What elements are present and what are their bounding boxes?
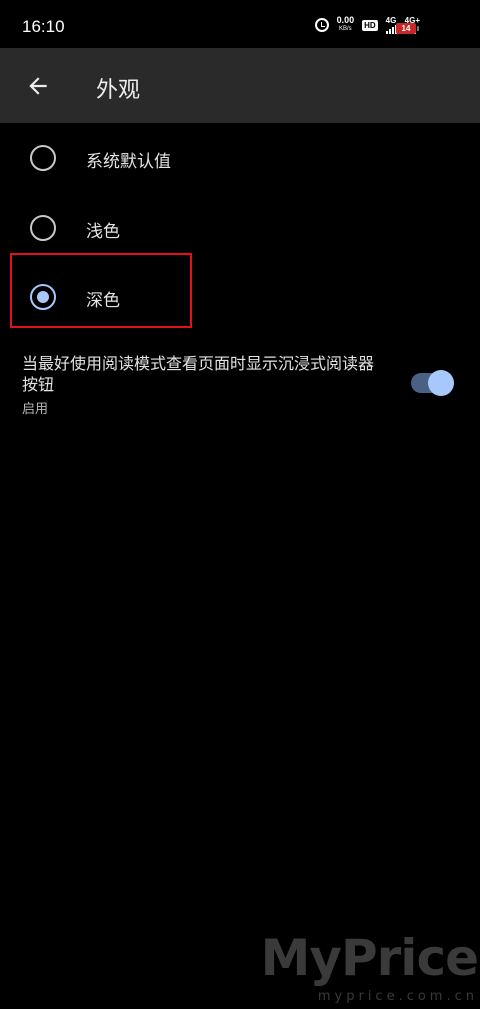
network-speed-unit: KB/s: [338, 26, 352, 32]
theme-option-label: 浅色: [86, 222, 120, 242]
theme-option-light[interactable]: 浅色: [0, 193, 480, 263]
back-button[interactable]: [14, 62, 62, 110]
watermark: MyPrice myprice.com.cn: [260, 929, 479, 1004]
signal-1-label: 4G: [385, 15, 397, 25]
reader-mode-switch[interactable]: [411, 370, 454, 396]
theme-option-label: 系统默认值: [86, 152, 171, 172]
switch-thumb: [428, 370, 454, 396]
theme-option-label: 深色: [86, 291, 120, 311]
theme-option-system-default[interactable]: 系统默认值: [0, 123, 480, 193]
radio-unchecked-icon[interactable]: [30, 145, 56, 171]
network-speed: 0.00 KB/s: [337, 16, 355, 34]
reader-mode-status: 启用: [22, 402, 49, 417]
arrow-left-icon: [29, 77, 47, 95]
signal-bars-icon: [385, 24, 397, 34]
radio-unchecked-icon[interactable]: [30, 215, 56, 241]
radio-checked-icon[interactable]: [30, 284, 56, 310]
app-bar: 外观: [0, 48, 480, 123]
hd-badge: HD: [362, 19, 378, 31]
battery-icon: 14: [396, 23, 419, 34]
reader-mode-setting[interactable]: 当最好使用阅读模式查看页面时显示沉浸式阅读器按钮 启用: [0, 350, 480, 420]
alarm-icon: [314, 18, 329, 32]
radio-dot: [37, 291, 49, 303]
watermark-url: myprice.com.cn: [317, 989, 478, 1004]
signal-1: 4G: [385, 15, 397, 34]
network-speed-value: 0.00: [336, 15, 355, 25]
status-bar: 16:10 0.00 KB/s HD 4G 4G+ 14: [0, 0, 480, 48]
page-title: 外观: [96, 78, 141, 103]
reader-mode-title: 当最好使用阅读模式查看页面时显示沉浸式阅读器按钮: [22, 354, 375, 394]
watermark-logo: MyPrice: [260, 929, 479, 987]
theme-option-dark[interactable]: 深色: [0, 262, 480, 332]
status-time: 16:10: [22, 17, 65, 36]
